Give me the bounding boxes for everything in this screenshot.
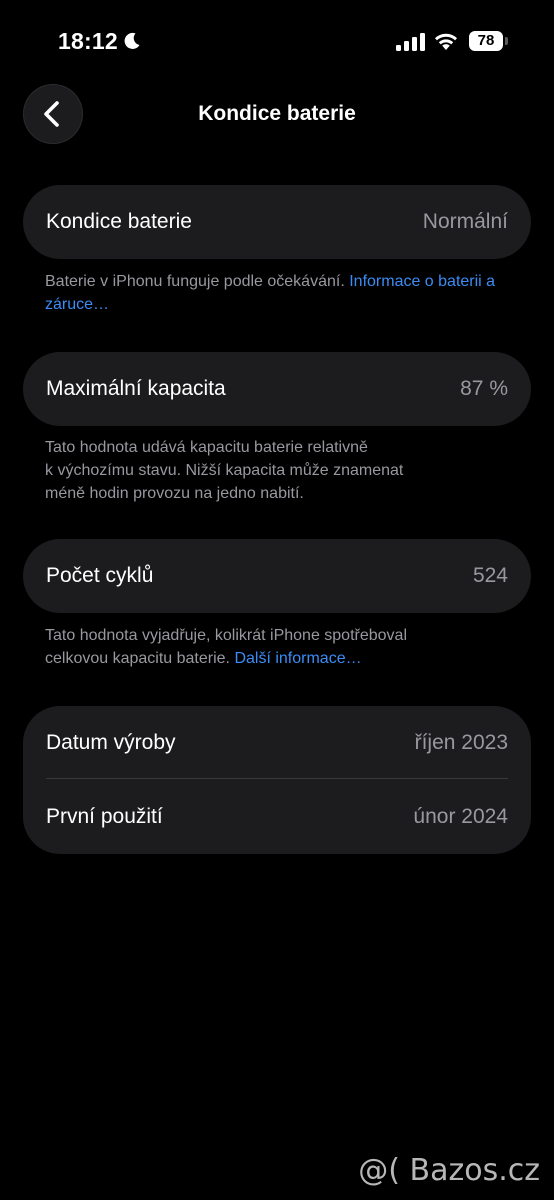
first-use-row: První použití únor 2024 xyxy=(23,780,531,854)
status-time: 18:12 xyxy=(58,28,118,54)
battery-health-value: Normální xyxy=(422,210,508,233)
max-capacity-footnote-line: k výchozímu stavu. Nižší kapacita může z… xyxy=(45,462,404,479)
max-capacity-footnote-line: méně hodin provozu na jedno nabití. xyxy=(45,485,304,502)
max-capacity-footnote: Tato hodnota udává kapacitu baterie rela… xyxy=(45,436,515,505)
cycle-count-value: 524 xyxy=(472,564,508,587)
battery-health-card: Kondice baterie Normální xyxy=(23,185,531,259)
max-capacity-label: Maximální kapacita xyxy=(46,377,226,400)
manufacture-date-row: Datum výroby říjen 2023 xyxy=(23,706,531,780)
cycle-count-footnote-line: celkovou kapacitu baterie. Další informa… xyxy=(45,647,515,670)
battery-icon: 78 xyxy=(469,31,503,51)
cycle-count-row: Počet cyklů 524 xyxy=(23,539,531,613)
battery-health-screen: 18:12 78 Kondice baterie Kondice baterie xyxy=(0,0,554,1200)
max-capacity-footnote-line: Tato hodnota udává kapacitu baterie rela… xyxy=(45,439,368,456)
signal-icon xyxy=(396,33,425,51)
cycle-count-footnote-line: Tato hodnota vyjadřuje, kolikrát iPhone … xyxy=(45,627,407,644)
moon-icon xyxy=(124,32,140,49)
battery-level: 78 xyxy=(477,32,495,49)
divider xyxy=(46,778,508,779)
cycle-count-card: Počet cyklů 524 xyxy=(23,539,531,613)
more-info-link[interactable]: Další informace… xyxy=(234,650,361,667)
first-use-label: První použití xyxy=(46,805,163,828)
dates-card: Datum výroby říjen 2023 První použití ún… xyxy=(23,706,531,854)
battery-health-footnote-text: Baterie v iPhonu funguje podle očekávání… xyxy=(45,273,350,290)
cycle-count-label: Počet cyklů xyxy=(46,564,154,587)
status-bar: 18:12 78 xyxy=(0,0,554,80)
watermark: @( Bazos.cz xyxy=(358,1153,540,1188)
battery-health-label: Kondice baterie xyxy=(46,210,192,233)
wifi-icon xyxy=(435,33,457,50)
cycle-count-footnote-text: celkovou kapacitu baterie. xyxy=(45,650,235,667)
battery-health-footnote: Baterie v iPhonu funguje podle očekávání… xyxy=(45,270,515,316)
first-use-value: únor 2024 xyxy=(413,805,508,828)
max-capacity-card: Maximální kapacita 87 % xyxy=(23,352,531,426)
page-title: Kondice baterie xyxy=(198,102,356,125)
battery-health-row: Kondice baterie Normální xyxy=(23,185,531,259)
max-capacity-value: 87 % xyxy=(460,377,508,400)
battery-tip xyxy=(505,37,508,45)
manufacture-date-value: říjen 2023 xyxy=(414,731,508,754)
max-capacity-row: Maximální kapacita 87 % xyxy=(23,352,531,426)
cycle-count-footnote: Tato hodnota vyjadřuje, kolikrát iPhone … xyxy=(45,624,515,670)
manufacture-date-label: Datum výroby xyxy=(46,731,176,754)
